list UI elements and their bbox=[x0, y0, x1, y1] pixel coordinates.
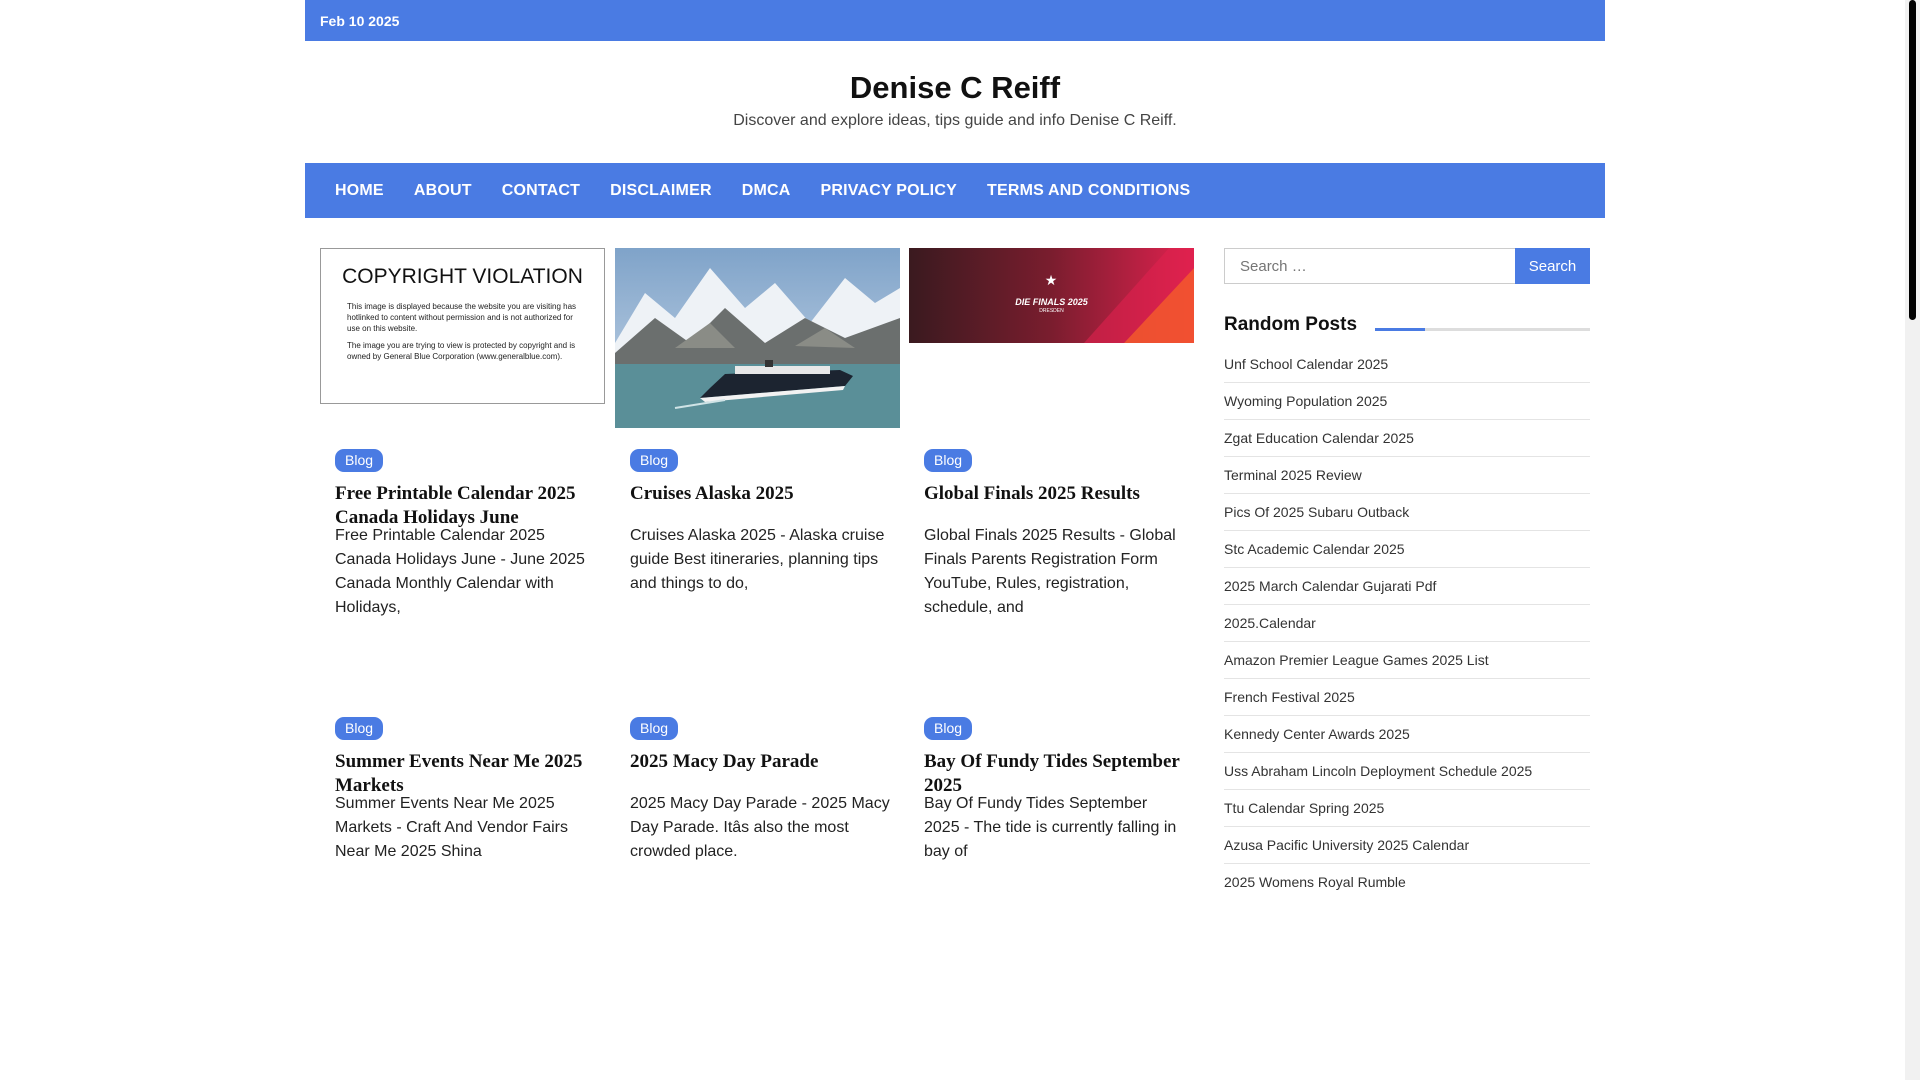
random-post-link[interactable]: Ttu Calendar Spring 2025 bbox=[1224, 790, 1590, 827]
category-badge[interactable]: Blog bbox=[924, 717, 973, 740]
random-post-link[interactable]: Pics Of 2025 Subaru Outback bbox=[1224, 494, 1590, 531]
random-post-link[interactable]: 2025 March Calendar Gujarati Pdf bbox=[1224, 568, 1590, 605]
random-posts-header: Random Posts bbox=[1224, 314, 1590, 336]
page-wrapper: Feb 10 2025 Denise C Reiff Discover and … bbox=[305, 0, 1605, 1078]
site-header: Denise C Reiff Discover and explore idea… bbox=[305, 41, 1605, 163]
post-thumbnail[interactable]: ★ DIE FINALS 2025 DRESDEN bbox=[909, 248, 1194, 343]
random-post-link[interactable]: Uss Abraham Lincoln Deployment Schedule … bbox=[1224, 753, 1590, 790]
title-divider-accent bbox=[1375, 328, 1425, 331]
post-title[interactable]: Free Printable Calendar 2025 Canada Holi… bbox=[335, 482, 600, 530]
banner-logo-text: DIE FINALS 2025 bbox=[1015, 297, 1088, 307]
category-badge[interactable]: Blog bbox=[924, 449, 973, 472]
top-bar: Feb 10 2025 bbox=[305, 0, 1605, 41]
post-excerpt: 2025 Macy Day Parade - 2025 Macy Day Par… bbox=[630, 795, 890, 860]
random-post-link[interactable]: 2025 Womens Royal Rumble bbox=[1224, 864, 1590, 900]
nav-about[interactable]: About bbox=[414, 182, 472, 200]
sidebar: Search Random Posts Unf School Calendar … bbox=[1224, 248, 1590, 900]
main-nav: Home About Contact Disclaimer DMCA Priva… bbox=[305, 163, 1605, 218]
search-input[interactable] bbox=[1224, 248, 1515, 284]
post-card: Blog Summer Events Near Me 2025 Markets … bbox=[320, 717, 605, 917]
post-excerpt: Global Finals 2025 Results - Global Fina… bbox=[924, 527, 1176, 616]
post-thumbnail[interactable] bbox=[615, 248, 900, 428]
post-card: Blog Cruises Alaska 2025 Cruises Alaska … bbox=[615, 248, 900, 668]
title-divider bbox=[1375, 328, 1590, 331]
star-logo-icon: ★ bbox=[1045, 273, 1058, 289]
random-posts-title: Random Posts bbox=[1224, 314, 1372, 336]
copyright-heading: COPYRIGHT VIOLATION bbox=[342, 265, 583, 288]
post-title[interactable]: Bay Of Fundy Tides September 2025 bbox=[924, 750, 1189, 798]
category-badge[interactable]: Blog bbox=[335, 449, 384, 472]
nav-terms-and-conditions[interactable]: Terms and Conditions bbox=[987, 182, 1190, 200]
post-card: Blog Bay Of Fundy Tides September 2025 B… bbox=[909, 717, 1194, 917]
post-title[interactable]: Global Finals 2025 Results bbox=[924, 482, 1189, 506]
post-title[interactable]: Summer Events Near Me 2025 Markets bbox=[335, 750, 600, 798]
random-post-link[interactable]: Unf School Calendar 2025 bbox=[1224, 346, 1590, 383]
search-button[interactable]: Search bbox=[1515, 248, 1590, 284]
nav-dmca[interactable]: DMCA bbox=[742, 182, 791, 200]
site-description: Discover and explore ideas, tips guide a… bbox=[733, 112, 1177, 129]
post-card: ★ DIE FINALS 2025 DRESDEN Blog Global Fi… bbox=[909, 248, 1194, 668]
post-excerpt: Cruises Alaska 2025 - Alaska cruise guid… bbox=[630, 527, 885, 592]
current-date: Feb 10 2025 bbox=[320, 12, 400, 29]
random-post-link[interactable]: Kennedy Center Awards 2025 bbox=[1224, 716, 1590, 753]
random-post-link[interactable]: Terminal 2025 Review bbox=[1224, 457, 1590, 494]
random-posts-list: Unf School Calendar 2025 Wyoming Populat… bbox=[1224, 346, 1590, 900]
random-post-link[interactable]: Zgat Education Calendar 2025 bbox=[1224, 420, 1590, 457]
copyright-owner-text: The image you are trying to view is prot… bbox=[347, 341, 576, 361]
random-post-link[interactable]: French Festival 2025 bbox=[1224, 679, 1590, 716]
category-badge[interactable]: Blog bbox=[630, 717, 679, 740]
post-excerpt: Summer Events Near Me 2025 Markets - Cra… bbox=[335, 795, 568, 860]
random-post-link[interactable]: Azusa Pacific University 2025 Calendar bbox=[1224, 827, 1590, 864]
nav-privacy-policy[interactable]: Privacy Policy bbox=[821, 182, 957, 200]
random-post-link[interactable]: 2025.Calendar bbox=[1224, 605, 1590, 642]
post-title[interactable]: 2025 Macy Day Parade bbox=[630, 750, 895, 774]
nav-home[interactable]: Home bbox=[335, 182, 384, 200]
post-thumbnail[interactable]: COPYRIGHT VIOLATION This image is displa… bbox=[320, 248, 605, 404]
post-excerpt: Free Printable Calendar 2025 Canada Holi… bbox=[335, 527, 585, 616]
category-badge[interactable]: Blog bbox=[630, 449, 679, 472]
random-post-link[interactable]: Wyoming Population 2025 bbox=[1224, 383, 1590, 420]
scrollbar-thumb[interactable] bbox=[1909, 0, 1916, 320]
nav-disclaimer[interactable]: Disclaimer bbox=[610, 182, 712, 200]
random-post-link[interactable]: Stc Academic Calendar 2025 bbox=[1224, 531, 1590, 568]
page-scrollbar[interactable] bbox=[1905, 0, 1920, 1080]
site-title[interactable]: Denise C Reiff bbox=[305, 70, 1605, 106]
cruise-ship-image bbox=[615, 248, 900, 428]
search-form: Search bbox=[1224, 248, 1590, 284]
post-card: COPYRIGHT VIOLATION This image is displa… bbox=[320, 248, 605, 668]
finals-banner-image: ★ bbox=[909, 248, 1194, 343]
post-title[interactable]: Cruises Alaska 2025 bbox=[630, 482, 895, 506]
copyright-text: This image is displayed because the webs… bbox=[347, 302, 577, 333]
banner-logo-subtext: DRESDEN bbox=[1039, 308, 1064, 314]
post-excerpt: Bay Of Fundy Tides September 2025 - The … bbox=[924, 795, 1177, 860]
category-badge[interactable]: Blog bbox=[335, 717, 384, 740]
random-post-link[interactable]: Amazon Premier League Games 2025 List bbox=[1224, 642, 1590, 679]
main-content: COPYRIGHT VIOLATION This image is displa… bbox=[305, 218, 1605, 1078]
post-card: Blog 2025 Macy Day Parade 2025 Macy Day … bbox=[615, 717, 900, 917]
nav-contact[interactable]: Contact bbox=[502, 182, 580, 200]
